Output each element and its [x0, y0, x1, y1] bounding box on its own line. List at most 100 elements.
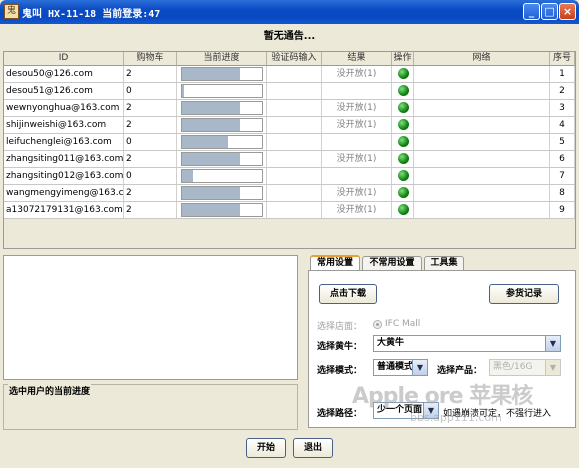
log-textarea[interactable]: [3, 255, 298, 380]
cell-cart: 2: [124, 117, 177, 133]
status-green-dot-icon[interactable]: [398, 85, 409, 96]
mode-select[interactable]: 普通模式 ▼: [373, 359, 428, 376]
header-col-id[interactable]: ID: [4, 52, 124, 66]
cell-captcha-input: [267, 134, 322, 150]
cell-network: [414, 83, 550, 99]
header-col-cart[interactable]: 购物车: [124, 52, 177, 66]
tab-tools[interactable]: 工具集: [424, 256, 464, 270]
table-row[interactable]: a13072179131@163.com 2 没开放(1) 9: [4, 202, 575, 219]
cell-captcha-input: [267, 202, 322, 218]
download-button[interactable]: 点击下载: [319, 284, 377, 304]
table-row[interactable]: wewnyonghua@163.com 2 没开放(1) 3: [4, 100, 575, 117]
cell-account-id: wangmengyimeng@163.com: [4, 185, 124, 201]
status-green-dot-icon[interactable]: [398, 204, 409, 215]
status-green-dot-icon[interactable]: [398, 187, 409, 198]
start-button[interactable]: 开始: [246, 438, 286, 458]
status-green-dot-icon[interactable]: [398, 136, 409, 147]
cell-cart: 2: [124, 185, 177, 201]
cell-account-id: leifuchenglei@163.com: [4, 134, 124, 150]
progress-bar: [181, 101, 263, 115]
cell-seq: 9: [550, 202, 575, 218]
table-row[interactable]: zhangsiting012@163.com 0 7: [4, 168, 575, 185]
bull-label: 选择黄牛：: [317, 342, 363, 352]
tab-uncommon-settings[interactable]: 不常用设置: [362, 256, 422, 270]
maximize-button[interactable]: □: [541, 3, 558, 20]
cell-seq: 1: [550, 66, 575, 82]
progress-bar: [181, 152, 263, 166]
progress-bar: [181, 135, 263, 149]
cell-seq: 6: [550, 151, 575, 167]
header-col-captcha[interactable]: 验证码输入: [267, 52, 322, 66]
product-label: 选择产品：: [437, 366, 483, 376]
header-col-network[interactable]: 网络: [414, 52, 550, 66]
cell-operation: [392, 66, 414, 82]
title-bar[interactable]: 鬼 鬼叫 HX-11-18 当前登录:47 _ □ ×: [0, 0, 579, 24]
watermark-site: bbs.app111.com: [410, 411, 502, 424]
progress-bar-fill: [182, 204, 241, 216]
status-green-dot-icon[interactable]: [398, 170, 409, 181]
cell-progress: [177, 100, 267, 116]
table-row[interactable]: leifuchenglei@163.com 0 5: [4, 134, 575, 151]
table-row[interactable]: shijinweishi@163.com 2 没开放(1) 4: [4, 117, 575, 134]
product-select[interactable]: 黑色/16G ▼: [489, 359, 561, 376]
cell-network: [414, 202, 550, 218]
chevron-down-icon: ▼: [545, 360, 560, 375]
cell-seq: 7: [550, 168, 575, 184]
exit-button[interactable]: 退出: [293, 438, 333, 458]
store-label: 选择店面：: [317, 322, 363, 332]
status-green-dot-icon[interactable]: [398, 119, 409, 130]
cell-network: [414, 134, 550, 150]
cell-operation: [392, 117, 414, 133]
progress-bar-fill: [182, 136, 228, 148]
cell-account-id: wewnyonghua@163.com: [4, 100, 124, 116]
header-col-seq[interactable]: 序号: [550, 52, 575, 66]
bull-select[interactable]: 大黄牛 ▼: [373, 335, 561, 352]
status-green-dot-icon[interactable]: [398, 102, 409, 113]
cell-result: 没开放(1): [322, 100, 392, 116]
cell-result: 没开放(1): [322, 117, 392, 133]
table-row[interactable]: desou51@126.com 0 2: [4, 83, 575, 100]
cell-cart: 0: [124, 168, 177, 184]
cell-seq: 5: [550, 134, 575, 150]
progress-bar-fill: [182, 68, 241, 80]
cell-progress: [177, 134, 267, 150]
cell-network: [414, 66, 550, 82]
chevron-down-icon: ▼: [545, 336, 560, 351]
cell-result: [322, 168, 392, 184]
minimize-button[interactable]: _: [523, 3, 540, 20]
cell-network: [414, 168, 550, 184]
progress-bar: [181, 67, 263, 81]
store-option-label: IFC Mall: [385, 319, 421, 329]
purchase-record-button[interactable]: 参货记录: [489, 284, 559, 304]
header-col-result[interactable]: 结果: [322, 52, 392, 66]
product-select-value: 黑色/16G: [493, 362, 533, 372]
cell-result: 没开放(1): [322, 151, 392, 167]
cell-result: 没开放(1): [322, 185, 392, 201]
header-col-operation[interactable]: 操作: [392, 52, 414, 66]
store-radio[interactable]: [373, 320, 382, 329]
cell-network: [414, 151, 550, 167]
progress-bar: [181, 203, 263, 217]
app-icon: 鬼: [4, 4, 19, 19]
cell-operation: [392, 185, 414, 201]
table-row[interactable]: wangmengyimeng@163.com2 没开放(1) 8: [4, 185, 575, 202]
cell-progress: [177, 168, 267, 184]
cell-account-id: desou50@126.com: [4, 66, 124, 82]
progress-bar-fill: [182, 102, 241, 114]
close-button[interactable]: ×: [559, 3, 576, 20]
status-green-dot-icon[interactable]: [398, 68, 409, 79]
table-row[interactable]: desou50@126.com 2 没开放(1) 1: [4, 66, 575, 83]
cell-account-id: shijinweishi@163.com: [4, 117, 124, 133]
accounts-table[interactable]: ID 购物车 当前进度 验证码输入 结果 操作 网络 序号 desou50@126.com 2 没…: [3, 51, 576, 249]
header-col-progress[interactable]: 当前进度: [177, 52, 267, 66]
cell-progress: [177, 151, 267, 167]
cell-cart: 2: [124, 100, 177, 116]
status-green-dot-icon[interactable]: [398, 153, 409, 164]
cell-seq: 8: [550, 185, 575, 201]
cell-operation: [392, 151, 414, 167]
tab-common-settings[interactable]: 常用设置: [310, 255, 360, 270]
table-row[interactable]: zhangsiting011@163.com 2 没开放(1) 6: [4, 151, 575, 168]
cell-operation: [392, 168, 414, 184]
watermark-logo: Apple ore 苹果核: [352, 384, 533, 409]
cell-progress: [177, 117, 267, 133]
